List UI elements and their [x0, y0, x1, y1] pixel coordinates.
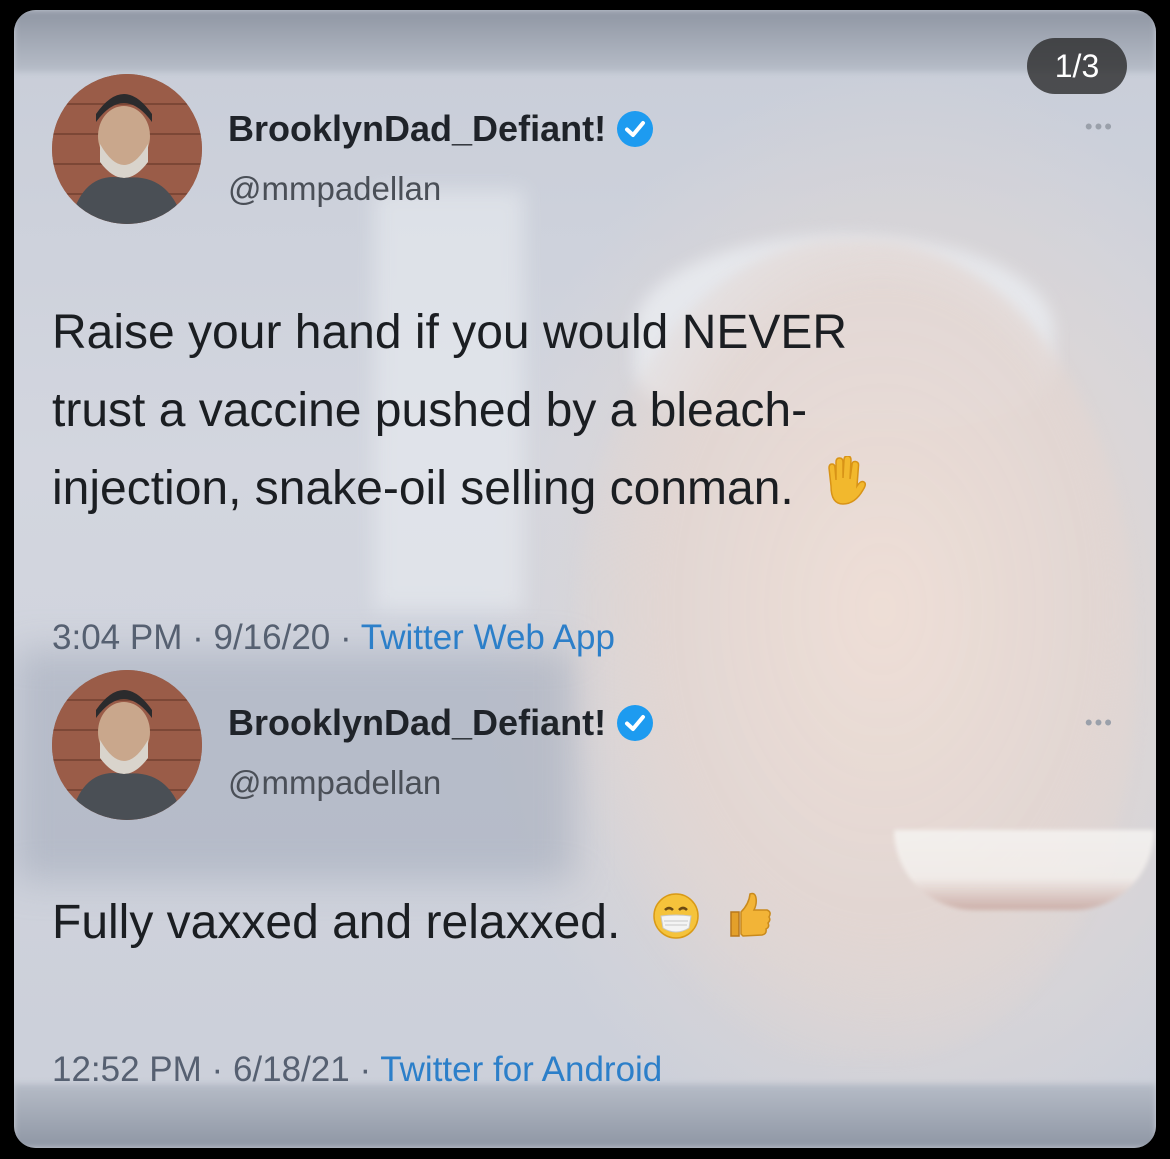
- tweet-metadata: 3:04 PM · 9/16/20 · Twitter Web App: [52, 618, 615, 658]
- handle[interactable]: @mmpadellan: [228, 170, 441, 208]
- tweet-metadata: 12:52 PM · 6/18/21 · Twitter for Android: [52, 1050, 662, 1090]
- handle[interactable]: @mmpadellan: [228, 764, 441, 802]
- page-counter-badge: 1/3: [1027, 38, 1127, 94]
- tweet-text-line-content: injection, snake-oil selling conman.: [52, 462, 794, 515]
- screenshot-frame: 1/3 BrooklynDad_Defiant! @mmpadellan •••…: [14, 10, 1156, 1148]
- separator: ·: [211, 1050, 224, 1089]
- display-name-row[interactable]: BrooklynDad_Defiant!: [228, 108, 654, 150]
- face-with-medical-mask-icon: [652, 886, 700, 964]
- tweet-source-app[interactable]: Twitter Web App: [361, 618, 615, 657]
- separator: ·: [192, 618, 204, 657]
- avatar[interactable]: [52, 74, 202, 224]
- tweet-text-line: Fully vaxxed and relaxxed.: [52, 884, 1092, 964]
- tweet-text: Raise your hand if you would NEVER trust…: [52, 294, 1092, 530]
- raised-hand-icon: [821, 452, 867, 530]
- tweet-text: Fully vaxxed and relaxxed.: [52, 884, 1092, 964]
- display-name-row[interactable]: BrooklynDad_Defiant!: [228, 702, 654, 744]
- more-options-icon[interactable]: •••: [1085, 710, 1114, 736]
- avatar[interactable]: [52, 670, 202, 820]
- separator: ·: [359, 1050, 372, 1089]
- thumbs-up-icon: [723, 886, 773, 964]
- display-name[interactable]: BrooklynDad_Defiant!: [228, 108, 606, 150]
- separator: ·: [340, 618, 352, 657]
- background-photo-bottom: [14, 1084, 1156, 1148]
- tweet-source-app[interactable]: Twitter for Android: [380, 1050, 662, 1089]
- tweet-text-line: Raise your hand if you would NEVER: [52, 306, 848, 359]
- tweet-date[interactable]: 6/18/21: [233, 1050, 350, 1089]
- tweet-date[interactable]: 9/16/20: [213, 618, 330, 657]
- background-photo-top: [14, 10, 1156, 72]
- tweet-time[interactable]: 3:04 PM: [52, 618, 182, 657]
- tweet-text-line-content: Fully vaxxed and relaxxed.: [52, 896, 621, 949]
- verified-badge-icon: [616, 704, 654, 742]
- more-options-icon[interactable]: •••: [1085, 114, 1114, 140]
- display-name[interactable]: BrooklynDad_Defiant!: [228, 702, 606, 744]
- verified-badge-icon: [616, 110, 654, 148]
- tweet-text-line: injection, snake-oil selling conman.: [52, 450, 1092, 530]
- tweet-time[interactable]: 12:52 PM: [52, 1050, 202, 1089]
- tweet-text-line: trust a vaccine pushed by a bleach-: [52, 384, 808, 437]
